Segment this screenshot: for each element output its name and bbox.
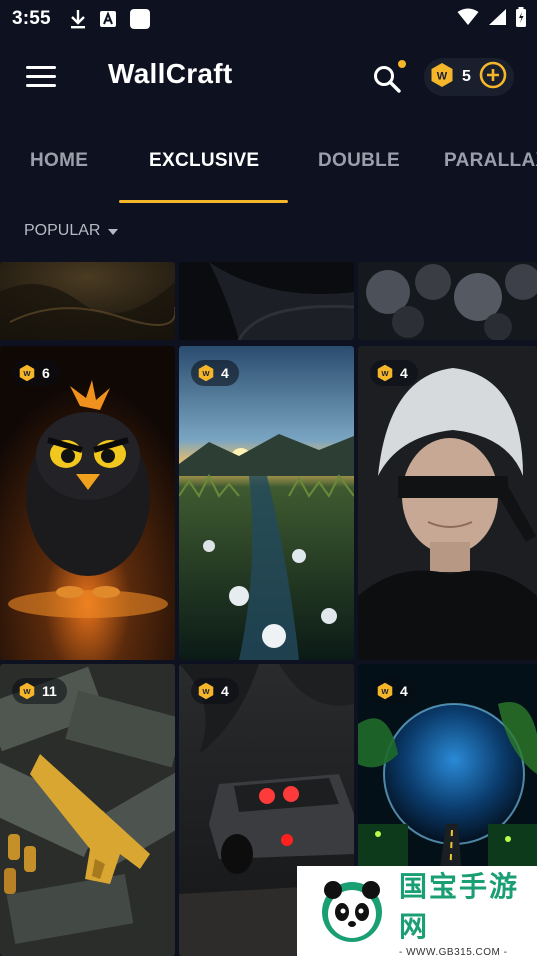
svg-text:W: W (202, 369, 210, 378)
watermark-main: 国宝手游网 (399, 869, 520, 943)
watermark-text: 国宝手游网 - WWW.GB315.COM - (399, 865, 537, 956)
price-value: 4 (221, 683, 229, 699)
category-tabs: HOME EXCLUSIVE DOUBLE PARALLAX (0, 130, 537, 204)
svg-text:W: W (202, 687, 210, 696)
coin-icon: W (198, 364, 214, 382)
download-icon (69, 9, 87, 29)
price-badge: W 4 (191, 360, 239, 386)
price-badge: W 11 (12, 678, 67, 704)
square-icon (129, 8, 151, 30)
tab-double[interactable]: DOUBLE (318, 150, 400, 172)
wallpaper-tile[interactable]: W 4 (179, 346, 354, 660)
price-badge: W 6 (12, 360, 60, 386)
price-value: 4 (400, 365, 408, 381)
coin-icon: W (377, 364, 393, 382)
coin-icon: W (198, 682, 214, 700)
panda-logo-icon (317, 874, 387, 949)
coin-balance-button[interactable]: W 5 (424, 58, 514, 96)
notification-dot (398, 60, 406, 68)
wallpaper-tile[interactable] (358, 262, 537, 340)
wifi-icon (457, 8, 479, 31)
svg-text:W: W (23, 369, 31, 378)
coin-icon: W (430, 62, 454, 93)
tab-parallax[interactable]: PARALLAX (444, 150, 537, 172)
wallpaper-grid: W 6 W 4 W 4 W 11 W 4 W 4 (0, 262, 537, 956)
sort-label: POPULAR (24, 222, 101, 239)
app-bar: WallCraft W 5 (0, 38, 537, 120)
tab-home[interactable]: HOME (30, 150, 88, 172)
app-title: WallCraft (108, 58, 233, 89)
dropdown-arrow-icon (108, 228, 119, 235)
status-bar: 3:55 (0, 0, 537, 38)
menu-icon[interactable] (26, 66, 56, 90)
watermark-url: - WWW.GB315.COM - (399, 946, 508, 956)
tab-exclusive[interactable]: EXCLUSIVE (149, 150, 259, 172)
sort-dropdown[interactable]: POPULAR (24, 222, 119, 240)
svg-text:W: W (381, 369, 389, 378)
coin-icon: W (19, 364, 35, 382)
wallpaper-tile[interactable]: W 4 (358, 346, 537, 660)
price-value: 6 (42, 365, 50, 381)
price-badge: W 4 (370, 360, 418, 386)
signal-icon (487, 8, 507, 31)
battery-icon (515, 6, 527, 32)
coin-count: 5 (462, 68, 471, 85)
a-box-icon (99, 10, 117, 28)
wallpaper-tile[interactable] (179, 262, 354, 340)
svg-text:W: W (381, 687, 389, 696)
svg-text:W: W (23, 687, 31, 696)
watermark: 国宝手游网 - WWW.GB315.COM - (297, 866, 537, 956)
price-badge: W 4 (370, 678, 418, 704)
coin-icon: W (377, 682, 393, 700)
wallpaper-tile[interactable] (0, 262, 175, 340)
svg-text:W: W (437, 70, 448, 82)
price-value: 4 (221, 365, 229, 381)
wallpaper-tile[interactable]: W 6 (0, 346, 175, 660)
active-tab-indicator (119, 200, 288, 203)
coin-icon: W (19, 682, 35, 700)
price-value: 11 (42, 683, 57, 699)
search-icon[interactable] (372, 60, 406, 94)
price-value: 4 (400, 683, 408, 699)
status-right (457, 0, 527, 38)
wallpaper-tile[interactable]: W 11 (0, 664, 175, 956)
status-time: 3:55 (12, 8, 51, 29)
add-circle-icon[interactable] (479, 61, 507, 94)
price-badge: W 4 (191, 678, 239, 704)
